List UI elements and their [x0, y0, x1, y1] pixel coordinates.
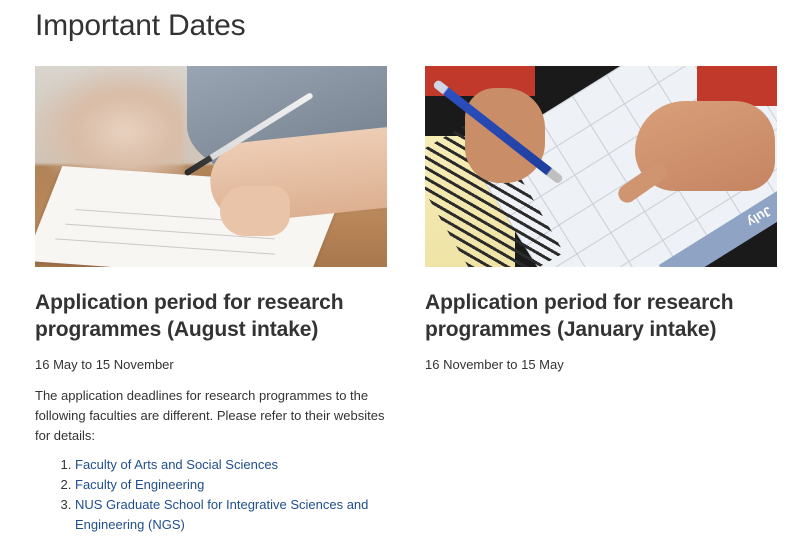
- planner-photo: July: [425, 66, 777, 267]
- calendar-month-label: July: [744, 203, 775, 231]
- list-item: Faculty of Engineering: [75, 475, 387, 495]
- faculty-link-ngs[interactable]: NUS Graduate School for Integrative Scie…: [75, 497, 368, 532]
- description-text: The application deadlines for research p…: [35, 388, 385, 443]
- card-january-intake: July Application period for research pro…: [425, 66, 777, 374]
- list-item: NUS Graduate School for Integrative Scie…: [75, 495, 387, 535]
- faculty-list: Faculty of Arts and Social Sciences Facu…: [35, 455, 387, 535]
- period-text: 16 May to 15 November: [35, 357, 174, 372]
- card-title: Application period for research programm…: [425, 291, 734, 341]
- faculty-link-arts-social-sciences[interactable]: Faculty of Arts and Social Sciences: [75, 457, 278, 472]
- writing-photo: [35, 66, 387, 267]
- list-item: Faculty of Arts and Social Sciences: [75, 455, 387, 475]
- card-title: Application period for research programm…: [35, 291, 344, 341]
- faculty-link-engineering[interactable]: Faculty of Engineering: [75, 477, 204, 492]
- page-title: Important Dates: [35, 9, 246, 42]
- period-text: 16 November to 15 May: [425, 357, 564, 372]
- card-august-intake: Application period for research programm…: [35, 66, 387, 535]
